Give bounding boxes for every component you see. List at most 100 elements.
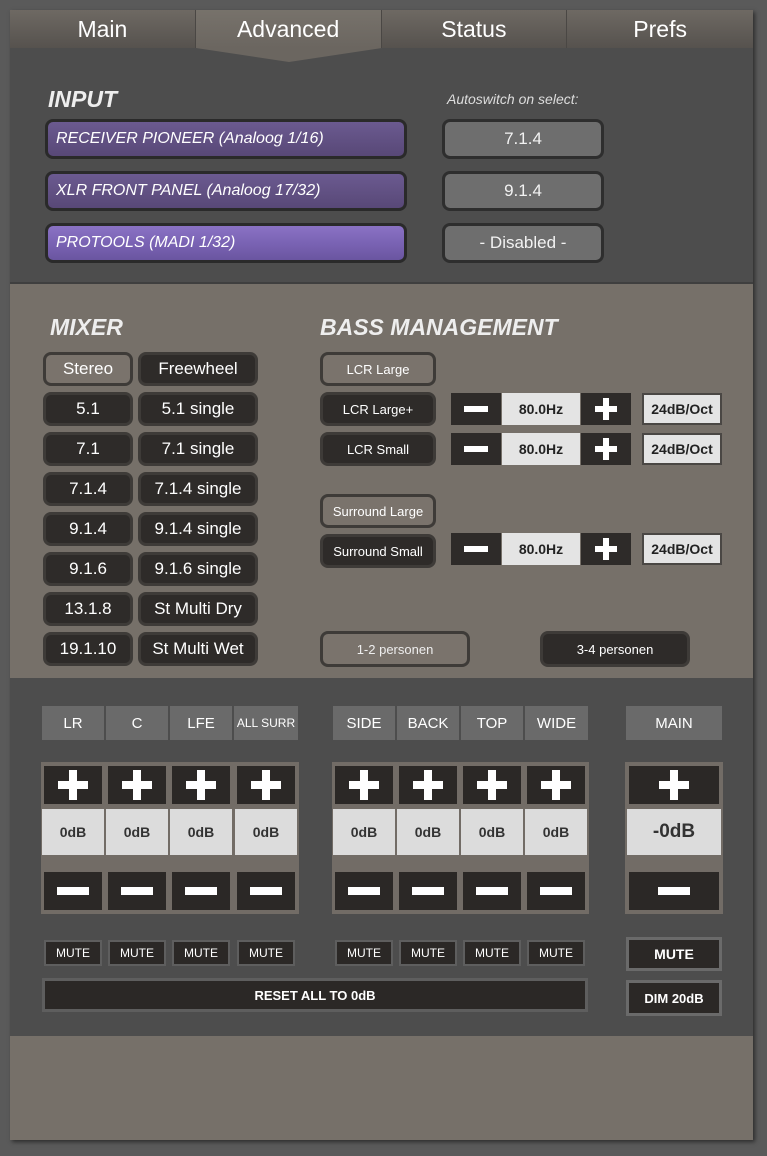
minus-icon — [464, 446, 488, 452]
lr-gain-down-button[interactable] — [44, 872, 102, 910]
lr-gain-up-button[interactable] — [44, 766, 102, 804]
plus-icon — [413, 770, 443, 800]
mixer-9-1-4-single-button[interactable]: 9.1.4 single — [138, 512, 258, 546]
channel-header-main: MAIN — [626, 706, 722, 740]
lfe-gain-down-button[interactable] — [172, 872, 230, 910]
mixer-stereo-button[interactable]: Stereo — [43, 352, 133, 386]
main-mute-button[interactable]: MUTE — [626, 937, 722, 971]
minus-icon — [250, 887, 282, 895]
reset-all-button[interactable]: RESET ALL TO 0dB — [42, 978, 588, 1012]
freq3-decrease-button[interactable] — [451, 533, 501, 565]
freq1-decrease-button[interactable] — [451, 393, 501, 425]
wide-gain-value: 0dB — [525, 809, 587, 855]
tab-status[interactable]: Status — [381, 10, 568, 48]
minus-icon — [464, 546, 488, 552]
minus-icon — [57, 887, 89, 895]
autoswitch-receiver-button[interactable]: 7.1.4 — [442, 119, 604, 159]
freq2-increase-button[interactable] — [581, 433, 631, 465]
lfe-mute-button[interactable]: MUTE — [172, 940, 230, 966]
side-gain-down-button[interactable] — [335, 872, 393, 910]
c-gain-up-button[interactable] — [108, 766, 166, 804]
channel-header-back: BACK — [397, 706, 459, 740]
mixer-13-1-8-button[interactable]: 13.1.8 — [43, 592, 133, 626]
input-section: INPUT Autoswitch on select: RECEIVER PIO… — [10, 48, 753, 284]
plus-icon — [251, 770, 281, 800]
dim-button[interactable]: DIM 20dB — [626, 980, 722, 1016]
lcr-large-plus-button[interactable]: LCR Large+ — [320, 392, 436, 426]
plus-icon — [477, 770, 507, 800]
all-surr-gain-up-button[interactable] — [237, 766, 295, 804]
tab-prefs[interactable]: Prefs — [567, 10, 753, 48]
c-gain-value: 0dB — [106, 809, 168, 855]
mixer-9-1-4-button[interactable]: 9.1.4 — [43, 512, 133, 546]
mixer-19-1-10-button[interactable]: 19.1.10 — [43, 632, 133, 666]
minus-icon — [185, 887, 217, 895]
lr-mute-button[interactable]: MUTE — [44, 940, 102, 966]
mixer-7-1-4-single-button[interactable]: 7.1.4 single — [138, 472, 258, 506]
levels-section: LR C LFE ALL SURR SIDE BACK TOP WIDE MAI… — [10, 678, 753, 1036]
input-source-xlr[interactable]: XLR FRONT PANEL (Analoog 17/32) — [45, 171, 407, 211]
mixer-5-1-button[interactable]: 5.1 — [43, 392, 133, 426]
c-gain-down-button[interactable] — [108, 872, 166, 910]
persons-1-2-button[interactable]: 1-2 personen — [320, 631, 470, 667]
slope3-value[interactable]: 24dB/Oct — [642, 533, 722, 565]
wide-mute-button[interactable]: MUTE — [527, 940, 585, 966]
mixer-9-1-6-button[interactable]: 9.1.6 — [43, 552, 133, 586]
surround-small-button[interactable]: Surround Small — [320, 534, 436, 568]
freq2-value: 80.0Hz — [502, 433, 580, 465]
lcr-large-button[interactable]: LCR Large — [320, 352, 436, 386]
minus-icon — [464, 406, 488, 412]
wide-gain-down-button[interactable] — [527, 872, 585, 910]
top-gain-up-button[interactable] — [463, 766, 521, 804]
all-surr-gain-down-button[interactable] — [237, 872, 295, 910]
channel-header-top: TOP — [461, 706, 523, 740]
freq1-increase-button[interactable] — [581, 393, 631, 425]
freq3-increase-button[interactable] — [581, 533, 631, 565]
main-gain-up-button[interactable] — [629, 766, 719, 804]
mixer-heading: MIXER — [50, 314, 123, 340]
back-mute-button[interactable]: MUTE — [399, 940, 457, 966]
plus-icon — [595, 538, 617, 560]
lfe-gain-up-button[interactable] — [172, 766, 230, 804]
slope2-value[interactable]: 24dB/Oct — [642, 433, 722, 465]
plus-icon — [541, 770, 571, 800]
mixer-st-multi-dry-button[interactable]: St Multi Dry — [138, 592, 258, 626]
mixer-7-1-button[interactable]: 7.1 — [43, 432, 133, 466]
autoswitch-label: Autoswitch on select: — [447, 91, 579, 107]
wide-gain-up-button[interactable] — [527, 766, 585, 804]
lfe-gain-value: 0dB — [170, 809, 232, 855]
channel-header-c: C — [106, 706, 168, 740]
mixer-7-1-4-button[interactable]: 7.1.4 — [43, 472, 133, 506]
back-gain-down-button[interactable] — [399, 872, 457, 910]
surround-large-button[interactable]: Surround Large — [320, 494, 436, 528]
input-source-protools[interactable]: PROTOOLS (MADI 1/32) — [45, 223, 407, 263]
mixer-7-1-single-button[interactable]: 7.1 single — [138, 432, 258, 466]
side-gain-up-button[interactable] — [335, 766, 393, 804]
slope1-value[interactable]: 24dB/Oct — [642, 393, 722, 425]
side-gain-value: 0dB — [333, 809, 395, 855]
mixer-st-multi-wet-button[interactable]: St Multi Wet — [138, 632, 258, 666]
tab-advanced[interactable]: Advanced — [195, 10, 382, 48]
c-mute-button[interactable]: MUTE — [108, 940, 166, 966]
channel-header-all-surr: ALL SURR — [234, 706, 298, 740]
tab-bar: Main Advanced Status Prefs — [10, 10, 753, 48]
freq2-decrease-button[interactable] — [451, 433, 501, 465]
top-mute-button[interactable]: MUTE — [463, 940, 521, 966]
main-gain-down-button[interactable] — [629, 872, 719, 910]
autoswitch-protools-button[interactable]: - Disabled - — [442, 223, 604, 263]
minus-icon — [121, 887, 153, 895]
side-mute-button[interactable]: MUTE — [335, 940, 393, 966]
mixer-freewheel-button[interactable]: Freewheel — [138, 352, 258, 386]
tab-main[interactable]: Main — [10, 10, 196, 48]
input-heading: INPUT — [48, 86, 117, 112]
input-source-receiver[interactable]: RECEIVER PIONEER (Analoog 1/16) — [45, 119, 407, 159]
app-window: Main Advanced Status Prefs INPUT Autoswi… — [10, 10, 753, 1140]
back-gain-up-button[interactable] — [399, 766, 457, 804]
mixer-9-1-6-single-button[interactable]: 9.1.6 single — [138, 552, 258, 586]
top-gain-down-button[interactable] — [463, 872, 521, 910]
autoswitch-xlr-button[interactable]: 9.1.4 — [442, 171, 604, 211]
mixer-5-1-single-button[interactable]: 5.1 single — [138, 392, 258, 426]
all-surr-mute-button[interactable]: MUTE — [237, 940, 295, 966]
persons-3-4-button[interactable]: 3-4 personen — [540, 631, 690, 667]
lcr-small-button[interactable]: LCR Small — [320, 432, 436, 466]
